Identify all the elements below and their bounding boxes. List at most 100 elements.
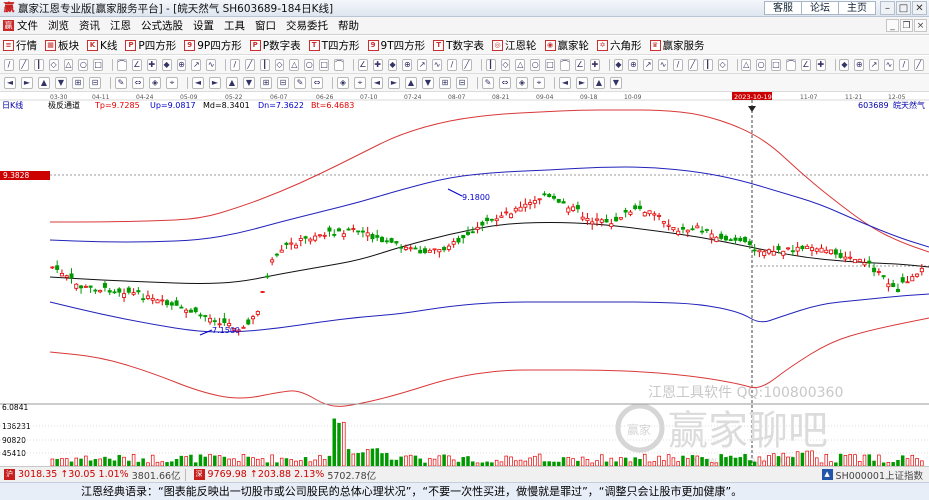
tool-icon[interactable]: ✎ — [482, 76, 494, 89]
tool-icon[interactable]: ◈ — [337, 76, 349, 89]
tool-icon[interactable]: ▲ — [405, 76, 417, 89]
tool-icon[interactable]: ╱ — [461, 58, 472, 71]
tool-icon[interactable]: ◈ — [149, 76, 161, 89]
tool-icon[interactable]: ⊞ — [439, 76, 451, 89]
tool-icon[interactable]: ◇ — [500, 58, 511, 71]
tool-icon[interactable]: ⌒ — [334, 58, 345, 71]
tool-icon[interactable]: ⊕ — [402, 58, 413, 71]
menu-settings[interactable]: 设置 — [188, 18, 219, 33]
tool-icon[interactable]: ∠ — [575, 58, 585, 71]
tool-icon[interactable]: ⊕ — [176, 58, 187, 71]
tool-icon[interactable]: / — [447, 58, 457, 71]
tool-icon[interactable]: ► — [21, 76, 33, 89]
tool-icon[interactable]: ▲ — [226, 76, 238, 89]
tool-icon[interactable]: ⌖ — [354, 76, 366, 89]
toolbar-t-square-button[interactable]: T T四方形 — [308, 38, 360, 53]
child-minimize-icon[interactable]: _ — [886, 19, 899, 32]
tool-icon[interactable]: / — [898, 58, 909, 71]
tool-icon[interactable]: ⌒ — [785, 58, 796, 71]
tool-icon[interactable]: ◄ — [559, 76, 571, 89]
tool-icon[interactable]: ◆ — [839, 58, 850, 71]
tool-icon[interactable]: ⇔ — [499, 76, 511, 89]
tool-icon[interactable]: ∠ — [800, 58, 811, 71]
tool-icon[interactable]: / — [229, 58, 240, 71]
menu-window[interactable]: 窗口 — [250, 18, 281, 33]
tool-icon[interactable]: ◄ — [371, 76, 383, 89]
index-select-icon[interactable]: ▲ — [821, 469, 833, 480]
tool-icon[interactable]: ┃ — [259, 58, 270, 71]
tool-icon[interactable]: △ — [63, 58, 74, 71]
tool-icon[interactable]: ▼ — [243, 76, 255, 89]
forum-link[interactable]: 论坛 — [801, 1, 839, 15]
menu-browse[interactable]: 浏览 — [43, 18, 74, 33]
tool-icon[interactable]: ⊟ — [456, 76, 468, 89]
tool-icon[interactable]: ◄ — [4, 76, 16, 89]
tool-icon[interactable]: □ — [93, 58, 104, 71]
tool-icon[interactable]: ✎ — [115, 76, 127, 89]
tool-icon[interactable]: ✚ — [146, 58, 157, 71]
tool-icon[interactable]: □ — [545, 58, 555, 71]
tool-icon[interactable]: ╱ — [18, 58, 29, 71]
tool-icon[interactable]: ◇ — [48, 58, 59, 71]
tool-icon[interactable]: △ — [741, 58, 752, 71]
toolbar-market-button[interactable]: ≡ 行情 — [3, 38, 37, 53]
tool-icon[interactable]: △ — [515, 58, 526, 71]
child-close-icon[interactable]: × — [914, 19, 927, 32]
tool-icon[interactable]: △ — [289, 58, 300, 71]
menu-help[interactable]: 帮助 — [333, 18, 364, 33]
tool-icon[interactable]: ▲ — [593, 76, 605, 89]
tool-icon[interactable]: ⌒ — [560, 58, 570, 71]
tool-icon[interactable]: ✚ — [589, 58, 600, 71]
tool-icon[interactable]: ◆ — [613, 58, 624, 71]
tool-icon[interactable]: ▼ — [610, 76, 622, 89]
home-link[interactable]: 主页 — [838, 1, 876, 15]
tool-icon[interactable]: ↗ — [417, 58, 428, 71]
menu-gann[interactable]: 江恩 — [105, 18, 136, 33]
toolbar-sector-button[interactable]: ▦ 板块 — [45, 38, 79, 53]
toolbar-hexagon-button[interactable]: ✡ 六角形 — [597, 38, 642, 53]
tool-icon[interactable]: ∿ — [432, 58, 443, 71]
tool-icon[interactable]: ► — [388, 76, 400, 89]
tool-icon[interactable]: ⊕ — [854, 58, 865, 71]
menu-app-icon[interactable]: 赢 — [3, 20, 14, 31]
menu-formula[interactable]: 公式选股 — [136, 18, 188, 33]
close-icon[interactable]: ✕ — [912, 1, 927, 15]
tool-icon[interactable]: / — [4, 58, 14, 71]
tool-icon[interactable]: ✎ — [294, 76, 306, 89]
toolbar-p-square-button[interactable]: P P四方形 — [125, 38, 176, 53]
tool-icon[interactable]: □ — [319, 58, 330, 71]
tool-icon[interactable]: ► — [576, 76, 588, 89]
toolbar-p-table-button[interactable]: P P数字表 — [249, 38, 301, 53]
tool-icon[interactable]: ⊞ — [260, 76, 272, 89]
tool-icon[interactable]: ▲ — [38, 76, 50, 89]
tool-icon[interactable]: ┃ — [485, 58, 496, 71]
tool-icon[interactable]: ⊟ — [277, 76, 289, 89]
tool-icon[interactable]: ◇ — [717, 58, 728, 71]
tool-icon[interactable]: ⊞ — [72, 76, 84, 89]
toolbar-9p-square-button[interactable]: 9 9P四方形 — [184, 38, 242, 53]
toolbar-9t-square-button[interactable]: 9 9T四方形 — [367, 38, 425, 53]
toolbar-kline-button[interactable]: K K线 — [87, 38, 117, 53]
tool-icon[interactable]: ┃ — [702, 58, 713, 71]
tool-icon[interactable]: ▼ — [55, 76, 67, 89]
tool-icon[interactable]: ╱ — [687, 58, 698, 71]
toolbar-gann-wheel-button[interactable]: ◎ 江恩轮 — [492, 38, 537, 53]
tool-icon[interactable]: ◈ — [516, 76, 528, 89]
status-right-text[interactable]: SH000001上证指数 — [836, 468, 923, 482]
tool-icon[interactable]: ▼ — [422, 76, 434, 89]
child-restore-icon[interactable]: ❐ — [900, 19, 913, 32]
tool-icon[interactable]: ○ — [530, 58, 541, 71]
tool-icon[interactable]: ► — [209, 76, 221, 89]
minimize-icon[interactable]: – — [880, 1, 895, 15]
tool-icon[interactable]: ∿ — [206, 58, 217, 71]
tool-icon[interactable]: ○ — [304, 58, 315, 71]
tool-icon[interactable]: ⇔ — [132, 76, 144, 89]
tool-icon[interactable]: ✚ — [372, 58, 383, 71]
tool-icon[interactable]: ┃ — [33, 58, 44, 71]
maximize-icon[interactable]: □ — [896, 1, 911, 15]
tool-icon[interactable]: ⌖ — [533, 76, 545, 89]
toolbar-winner-wheel-button[interactable]: ◉ 赢家轮 — [544, 38, 589, 53]
kline-chart[interactable]: 03-30 04-11 04-24 05-09 05-22 06-07 06-26 07-10… — [0, 92, 929, 467]
toolbar-service-button[interactable]: ♛ 赢家服务 — [649, 38, 705, 53]
menu-trade[interactable]: 交易委托 — [281, 18, 333, 33]
